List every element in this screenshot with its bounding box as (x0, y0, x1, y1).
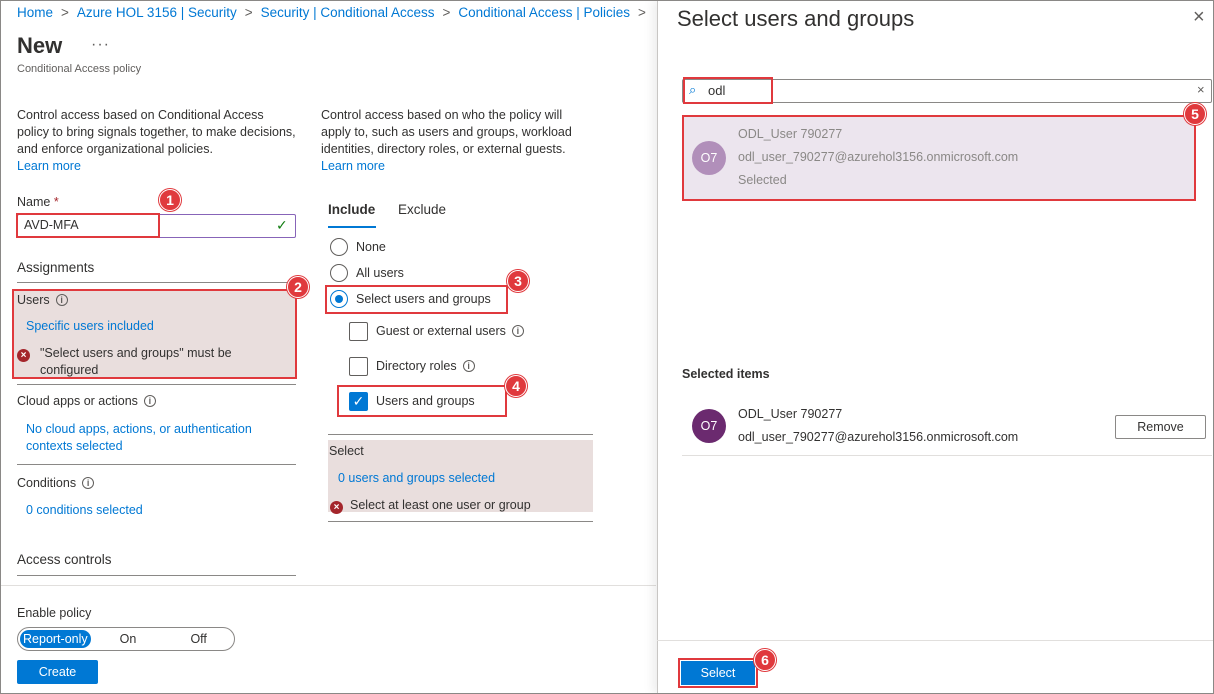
footer-divider (0, 585, 656, 586)
remove-button[interactable]: Remove (1115, 415, 1206, 439)
info-icon: i (462, 360, 475, 372)
annotation-box-6 (678, 658, 758, 688)
users-description-text: Control access based on who the policy w… (321, 108, 572, 156)
avatar: O7 (692, 409, 726, 443)
directory-roles-label: Directory roles i (376, 359, 475, 373)
divider (17, 282, 296, 283)
selected-name: ODL_User 790277 (738, 407, 843, 421)
more-options-icon[interactable]: ··· (91, 36, 110, 54)
name-label: Name * (17, 195, 59, 209)
annotation-badge-1: 1 (159, 189, 181, 211)
selected-email: odl_user_790277@azurehol3156.onmicrosoft… (738, 430, 1019, 444)
chevron-right-icon: > (244, 5, 253, 20)
close-icon[interactable]: × (1193, 6, 1205, 29)
learn-more-link[interactable]: Learn more (17, 158, 297, 175)
annotation-badge-2: 2 (287, 276, 309, 298)
radio-all-users-label: All users (356, 266, 404, 280)
users-description: Control access based on who the policy w… (321, 107, 593, 175)
divider (17, 384, 296, 385)
conditions-label-text: Conditions (17, 476, 77, 490)
create-button[interactable]: Create (17, 660, 98, 684)
clear-icon[interactable]: × (1197, 82, 1205, 97)
toggle-off[interactable]: Off (163, 632, 234, 646)
divider (17, 464, 296, 465)
annotation-box-search (683, 77, 773, 104)
guest-users-label: Guest or external users i (376, 324, 524, 338)
divider (328, 521, 593, 522)
divider (682, 455, 1212, 456)
select-value-link[interactable]: 0 users and groups selected (338, 470, 495, 487)
annotation-box-4 (337, 385, 507, 417)
info-icon: i (511, 325, 524, 337)
toggle-on[interactable]: On (93, 632, 164, 646)
tab-include[interactable]: Include (328, 202, 375, 217)
name-label-text: Name (17, 195, 51, 209)
guest-users-label-text: Guest or external users (376, 324, 506, 338)
annotation-badge-5: 5 (1184, 103, 1206, 125)
breadcrumb-security[interactable]: Azure HOL 3156 | Security (77, 5, 237, 20)
learn-more-link[interactable]: Learn more (321, 158, 593, 175)
annotation-box-5 (682, 115, 1196, 201)
breadcrumb-policies[interactable]: Conditional Access | Policies (458, 5, 630, 20)
cloud-apps-label-text: Cloud apps or actions (17, 394, 138, 408)
radio-none-label: None (356, 240, 386, 254)
checkbox-directory-roles[interactable] (349, 357, 368, 376)
policy-description: Control access based on Conditional Acce… (17, 107, 297, 175)
enable-policy-label: Enable policy (17, 606, 92, 620)
conditions-value-link[interactable]: 0 conditions selected (26, 502, 143, 519)
selected-items-label: Selected items (682, 367, 770, 381)
panel-title: Select users and groups (677, 6, 915, 31)
chevron-right-icon: > (61, 5, 69, 20)
enable-policy-toggle[interactable]: Report-only On Off (17, 627, 235, 651)
required-mark: * (53, 195, 59, 209)
info-icon: i (143, 395, 156, 407)
breadcrumb-conditional-access[interactable]: Security | Conditional Access (261, 5, 435, 20)
tab-underline (328, 226, 376, 228)
policy-description-text: Control access based on Conditional Acce… (17, 108, 296, 156)
divider (328, 434, 593, 435)
checkmark-icon: ✓ (276, 217, 288, 233)
annotation-badge-4: 4 (505, 375, 527, 397)
toggle-report-only[interactable]: Report-only (20, 630, 91, 648)
conditions-label: Conditions i (17, 475, 95, 492)
page-subtitle: Conditional Access policy (17, 63, 142, 75)
directory-roles-label-text: Directory roles (376, 359, 457, 373)
radio-none[interactable] (330, 238, 348, 256)
info-icon: i (82, 477, 95, 489)
chevron-right-icon: > (442, 5, 451, 20)
annotation-box-1 (16, 213, 160, 238)
tab-exclude[interactable]: Exclude (398, 202, 446, 217)
checkbox-guest-users[interactable] (349, 322, 368, 341)
breadcrumb: Home > Azure HOL 3156 | Security > Secur… (17, 5, 654, 20)
assignments-heading: Assignments (17, 260, 95, 275)
select-users-panel (657, 0, 1214, 694)
cloud-apps-label: Cloud apps or actions i (17, 393, 156, 410)
radio-all-users[interactable] (330, 264, 348, 282)
annotation-box-2 (12, 289, 297, 379)
select-error-text: Select at least one user or group (350, 498, 531, 512)
annotation-box-3 (325, 285, 508, 314)
annotation-badge-3: 3 (507, 270, 529, 292)
annotation-badge-6: 6 (754, 649, 776, 671)
panel-footer-divider (657, 640, 1214, 641)
divider (17, 575, 296, 576)
error-icon: × (330, 498, 343, 514)
cloud-apps-value-link[interactable]: No cloud apps, actions, or authenticatio… (26, 421, 286, 455)
breadcrumb-home[interactable]: Home (17, 5, 53, 20)
page-title: New (17, 33, 63, 58)
chevron-right-icon: > (637, 5, 646, 20)
select-label: Select (329, 444, 364, 458)
access-controls-heading: Access controls (17, 552, 112, 567)
